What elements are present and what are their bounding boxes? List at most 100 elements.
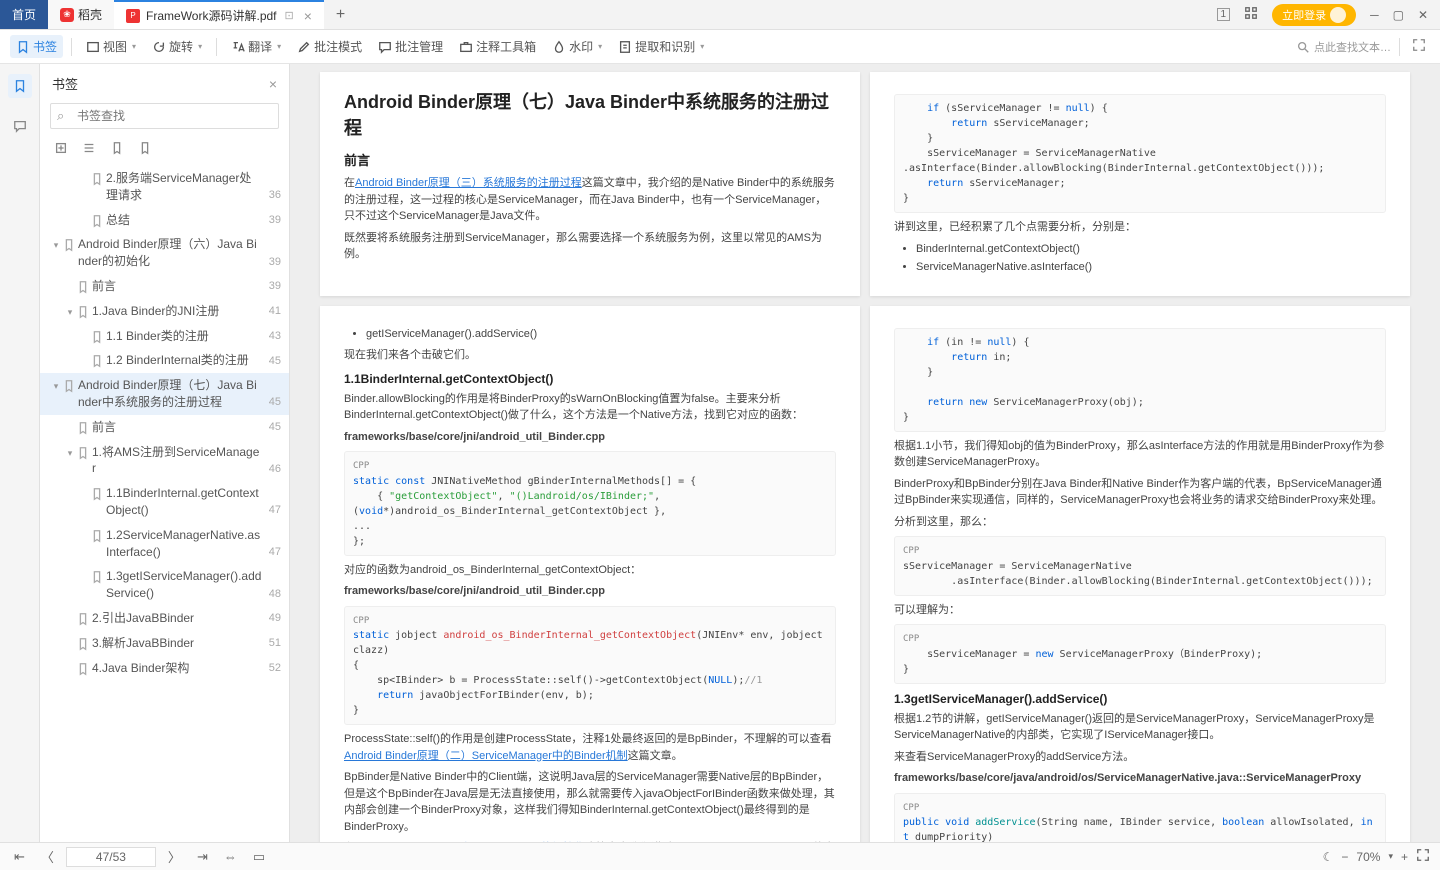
bookmark-outline-icon[interactable]	[138, 141, 152, 158]
bookmark-tree[interactable]: 2.服务端ServiceManager处理请求36总结39▾Android Bi…	[40, 166, 289, 842]
watermark-label: 水印	[569, 38, 593, 55]
prev-page-button[interactable]: 〈	[37, 845, 58, 868]
bookmarks-button[interactable]: 书签	[10, 35, 63, 58]
caret-down-icon: ▾	[277, 42, 281, 51]
bookmark-item[interactable]: ▾1.将AMS注册到ServiceManager46	[40, 440, 289, 482]
extract-icon	[618, 40, 632, 54]
bookmark-label: 1.3getIServiceManager().addService()	[106, 568, 263, 602]
bookmark-search-input[interactable]	[50, 103, 279, 129]
comment-toolbox-button[interactable]: 注释工具箱	[453, 35, 542, 58]
bookmark-item[interactable]: 1.1BinderInternal.getContextObject()47	[40, 481, 289, 523]
bookmark-label: 4.Java Binder架构	[92, 660, 263, 677]
bookmark-label: 1.1 Binder类的注册	[106, 328, 263, 345]
paragraph: BinderProxy和BpBinder分别在Java Binder和Nativ…	[894, 476, 1386, 509]
night-mode-icon[interactable]: ☾	[1323, 850, 1334, 864]
paragraph: 现在我们来各个击破它们。	[344, 347, 836, 364]
rail-comments-icon[interactable]	[8, 114, 32, 138]
view-button[interactable]: 视图▾	[80, 35, 142, 58]
bookmark-page: 45	[269, 420, 281, 435]
expand-arrow-icon[interactable]: ▾	[50, 239, 62, 252]
code-path: frameworks/base/core/java/android/os/Ser…	[894, 772, 1361, 784]
section-heading: 前言	[344, 150, 836, 169]
bookmark-leaf-icon	[76, 280, 88, 292]
list-item: BinderInternal.getContextObject()	[916, 241, 1386, 258]
bookmark-item[interactable]: 2.服务端ServiceManager处理请求36	[40, 166, 289, 208]
fit-width-icon[interactable]: ⇔	[220, 847, 241, 866]
next-page-button[interactable]: 〉	[164, 845, 185, 868]
expand-arrow-icon[interactable]: ▾	[64, 306, 76, 319]
tab-extension-icon[interactable]: ⊡	[285, 9, 294, 22]
bookmark-item[interactable]: 2.引出JavaBBinder49	[40, 606, 289, 631]
paragraph: 可以理解为：	[894, 602, 1386, 619]
page-indicator[interactable]: 47/53	[66, 847, 156, 867]
close-window-icon[interactable]: ✕	[1418, 8, 1428, 22]
pdf-icon: P	[126, 9, 140, 23]
bookmark-item[interactable]: ▾1.Java Binder的JNI注册41	[40, 299, 289, 324]
expand-arrow-icon[interactable]: ▾	[64, 447, 76, 460]
paragraph: 来查看ServiceManagerProxy的addService方法。	[894, 749, 1386, 766]
last-page-button[interactable]: ⇥	[193, 847, 212, 867]
expand-arrow-icon[interactable]: ▾	[50, 380, 62, 393]
bookmark-label: 3.解析JavaBBinder	[92, 635, 263, 652]
add-bookmark-icon[interactable]	[54, 141, 68, 158]
extract-label: 提取和识别	[635, 38, 695, 55]
extract-button[interactable]: 提取和识别▾	[612, 35, 710, 58]
bookmark-panel-title: 书签	[52, 74, 78, 93]
first-page-button[interactable]: ⇤	[10, 847, 29, 867]
bookmark-leaf-icon	[76, 662, 88, 674]
minimize-icon[interactable]: ─	[1370, 8, 1379, 22]
notification-badge[interactable]: 1	[1217, 8, 1231, 21]
login-button[interactable]: 立即登录	[1272, 4, 1356, 26]
expand-icon[interactable]	[1408, 38, 1430, 55]
translate-label: 翻译	[248, 38, 272, 55]
annotate-mode-button[interactable]: 批注模式	[291, 35, 368, 58]
collapse-icon[interactable]	[82, 141, 96, 158]
annotate-mode-label: 批注模式	[314, 38, 362, 55]
caret-down-icon: ▾	[132, 42, 136, 51]
bookmark-item[interactable]: 1.2ServiceManagerNative.asInterface()47	[40, 523, 289, 565]
bookmark-leaf-icon	[90, 570, 102, 582]
fit-page-icon[interactable]: ▭	[249, 847, 269, 867]
bookmark-page: 39	[269, 213, 281, 228]
bookmark-leaf-icon	[76, 612, 88, 624]
bookmark-item[interactable]: 前言39	[40, 274, 289, 299]
document-viewer[interactable]: Android Binder原理（七）Java Binder中系统服务的注册过程…	[290, 64, 1440, 842]
watermark-button[interactable]: 水印▾	[546, 35, 608, 58]
bookmark-item[interactable]: 1.3getIServiceManager().addService()48	[40, 564, 289, 606]
bookmark-item[interactable]: 1.2 BinderInternal类的注册45	[40, 348, 289, 373]
grid-icon[interactable]	[1244, 6, 1258, 23]
bookmark-item[interactable]: ▾Android Binder原理（六）Java Binder的初始化39	[40, 232, 289, 274]
bookmark-item[interactable]: 4.Java Binder架构52	[40, 656, 289, 681]
bookmark-item[interactable]: ▾Android Binder原理（七）Java Binder中系统服务的注册过…	[40, 373, 289, 415]
pdf-page: if (sServiceManager != null) { return sS…	[870, 72, 1410, 296]
bookmark-icon[interactable]	[110, 141, 124, 158]
list-item: getIServiceManager().addService()	[366, 326, 836, 343]
maximize-icon[interactable]: ▢	[1393, 8, 1404, 22]
bookmark-item[interactable]: 总结39	[40, 208, 289, 233]
search-text-button[interactable]: 点此查找文本…	[1296, 39, 1391, 55]
tab-active-document[interactable]: P FrameWork源码讲解.pdf ⊡ ×	[114, 0, 324, 29]
doc-link[interactable]: Android Binder原理（二）ServiceManager中的Binde…	[344, 750, 628, 762]
pencil-icon	[297, 40, 311, 54]
bookmark-panel-close-icon[interactable]: ×	[269, 76, 277, 92]
tab-template[interactable]: ❀稻壳	[48, 0, 114, 29]
zoom-out-button[interactable]: −	[1341, 850, 1348, 864]
zoom-dropdown-icon[interactable]: ▾	[1388, 851, 1393, 862]
tab-home[interactable]: 首页	[0, 0, 48, 29]
annotate-manage-button[interactable]: 批注管理	[372, 35, 449, 58]
tab-close-icon[interactable]: ×	[304, 8, 312, 24]
toolbox-icon	[459, 40, 473, 54]
bookmark-item[interactable]: 前言45	[40, 415, 289, 440]
bookmark-label: 1.2ServiceManagerNative.asInterface()	[106, 527, 263, 561]
bookmark-item[interactable]: 1.1 Binder类的注册43	[40, 324, 289, 349]
fullscreen-icon[interactable]	[1416, 848, 1430, 865]
annotate-manage-label: 批注管理	[395, 38, 443, 55]
bookmark-item[interactable]: 3.解析JavaBBinder51	[40, 631, 289, 656]
translate-button[interactable]: 翻译 ▾	[225, 35, 287, 58]
zoom-in-button[interactable]: +	[1401, 850, 1408, 864]
doc-link[interactable]: Android Binder原理（三）系统服务的注册过程	[355, 177, 582, 189]
new-tab-button[interactable]: +	[324, 6, 357, 24]
rotate-button[interactable]: 旋转▾	[146, 35, 208, 58]
rail-bookmarks-icon[interactable]	[8, 74, 32, 98]
paragraph: Binder.allowBlocking的作用是将BinderProxy的sWa…	[344, 391, 836, 424]
